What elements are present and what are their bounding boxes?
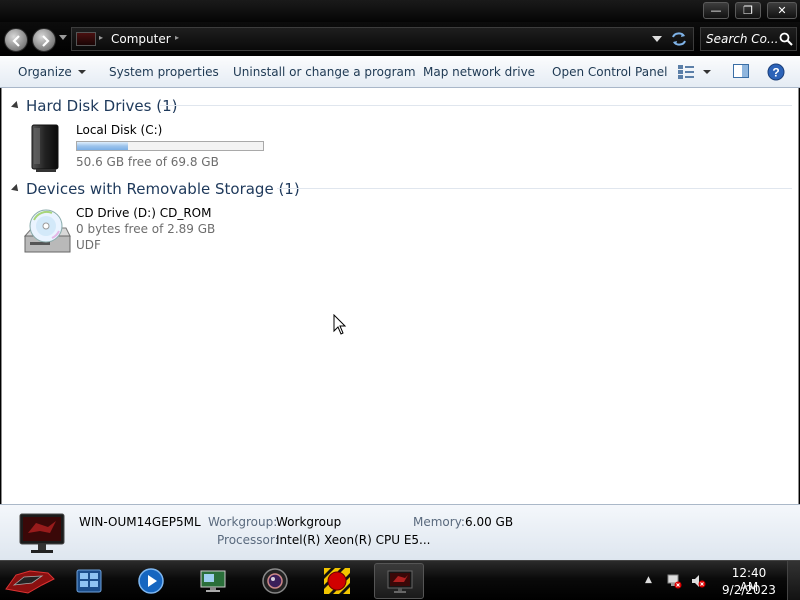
taskbar-camera[interactable] — [250, 563, 300, 599]
minimize-button[interactable]: — — [703, 2, 729, 19]
play-icon — [138, 568, 164, 594]
open-control-panel-button[interactable]: Open Control Panel — [552, 65, 667, 79]
camera-lens-icon — [262, 568, 288, 594]
details-pane: WIN-OUM14GEP5ML Workgroup: Workgroup Mem… — [0, 504, 800, 560]
network-icon[interactable] — [666, 573, 682, 589]
uninstall-program-button[interactable]: Uninstall or change a program — [233, 65, 416, 79]
breadcrumb-computer[interactable]: Computer — [111, 32, 171, 46]
recent-pages-dropdown[interactable] — [59, 35, 67, 40]
navigation-bar: ▸ Computer ▸ Search Co... — [0, 22, 800, 56]
breadcrumb-separator-icon[interactable]: ▸ — [99, 33, 103, 42]
volume-muted-icon[interactable] — [690, 573, 706, 589]
computer-monitor-icon — [19, 513, 65, 553]
taskbar-tile-app[interactable] — [64, 563, 114, 599]
close-button[interactable]: ✕ — [767, 2, 797, 19]
maximize-button[interactable]: ❐ — [735, 2, 761, 19]
taskbar-computer-window[interactable] — [374, 563, 424, 599]
drive-usage-bar — [76, 141, 264, 151]
computer-location-icon — [76, 32, 96, 46]
title-bar: — ❐ ✕ — [0, 0, 800, 22]
memory-value: 6.00 GB — [465, 515, 514, 529]
group-divider — [160, 105, 792, 106]
drive-name: CD Drive (D:) CD_ROM — [76, 206, 212, 220]
cd-drive-icon — [23, 209, 71, 253]
svg-text:?: ? — [772, 66, 779, 80]
preview-pane-icon[interactable] — [733, 64, 749, 78]
group-divider — [277, 188, 792, 189]
taskbar-media-player[interactable] — [126, 563, 176, 599]
address-history-dropdown[interactable] — [652, 36, 662, 42]
group-title: Hard Disk Drives (1) — [26, 97, 178, 115]
drive-file-system: UDF — [76, 238, 101, 252]
tiles-icon — [76, 569, 102, 593]
computer-name: WIN-OUM14GEP5ML — [79, 515, 201, 529]
system-properties-button[interactable]: System properties — [109, 65, 219, 79]
collapse-icon[interactable] — [11, 101, 21, 111]
start-button-icon[interactable] — [2, 563, 58, 599]
computer-monitor-icon — [387, 570, 413, 593]
change-view-icon[interactable] — [678, 65, 694, 79]
search-placeholder: Search Co... — [706, 32, 779, 46]
show-desktop-button[interactable] — [787, 561, 800, 600]
memory-label: Memory: — [413, 515, 465, 529]
arrow-left-icon — [12, 35, 20, 47]
drive-item-local-disk-c[interactable]: Local Disk (C:) 50.6 GB free of 69.8 GB — [22, 123, 322, 183]
hard-drive-icon — [31, 124, 59, 172]
taskbar: ▲ 12:40 AM 9/2/2023 — [0, 560, 800, 600]
group-header-hard-disk-drives[interactable]: Hard Disk Drives (1) — [11, 96, 792, 116]
group-title: Devices with Removable Storage (1) — [26, 180, 300, 198]
drive-usage-fill — [77, 142, 129, 150]
organize-menu[interactable]: Organize — [18, 65, 86, 79]
mouse-cursor-icon — [333, 314, 347, 335]
drive-free-space: 50.6 GB free of 69.8 GB — [76, 155, 219, 169]
address-bar[interactable]: ▸ Computer ▸ — [71, 27, 694, 51]
view-options-dropdown[interactable] — [703, 70, 711, 74]
search-input[interactable]: Search Co... — [700, 27, 797, 51]
search-icon[interactable] — [779, 32, 793, 46]
command-bar: Organize System properties Uninstall or … — [0, 56, 800, 88]
chevron-down-icon — [77, 70, 86, 74]
drives-view: Hard Disk Drives (1) Local Disk (C:) 50.… — [1, 88, 799, 504]
breadcrumb-separator-icon[interactable]: ▸ — [175, 33, 179, 42]
record-icon — [324, 568, 350, 594]
clock-date[interactable]: 9/2/2023 — [722, 583, 776, 597]
drive-name: Local Disk (C:) — [76, 123, 163, 137]
processor-label: Processor: — [217, 533, 279, 547]
map-network-drive-button[interactable]: Map network drive — [423, 65, 535, 79]
forward-button[interactable] — [32, 28, 56, 52]
help-icon[interactable]: ? — [767, 63, 785, 81]
refresh-icon[interactable] — [670, 31, 688, 47]
taskbar-record[interactable] — [312, 563, 362, 599]
back-button[interactable] — [4, 28, 28, 52]
processor-value: Intel(R) Xeon(R) CPU E5... — [276, 533, 431, 547]
group-header-removable-storage[interactable]: Devices with Removable Storage (1) — [11, 179, 792, 199]
show-hidden-icons-icon[interactable]: ▲ — [645, 575, 652, 585]
arrow-right-icon — [42, 35, 50, 47]
monitor-icon — [200, 570, 226, 592]
workgroup-value: Workgroup — [276, 515, 342, 529]
workgroup-label: Workgroup: — [208, 515, 278, 529]
drive-free-space: 0 bytes free of 2.89 GB — [76, 222, 216, 236]
drive-item-cd-drive-d[interactable]: CD Drive (D:) CD_ROM 0 bytes free of 2.8… — [22, 206, 322, 266]
taskbar-remote-desktop[interactable] — [188, 563, 238, 599]
collapse-icon[interactable] — [11, 184, 21, 194]
